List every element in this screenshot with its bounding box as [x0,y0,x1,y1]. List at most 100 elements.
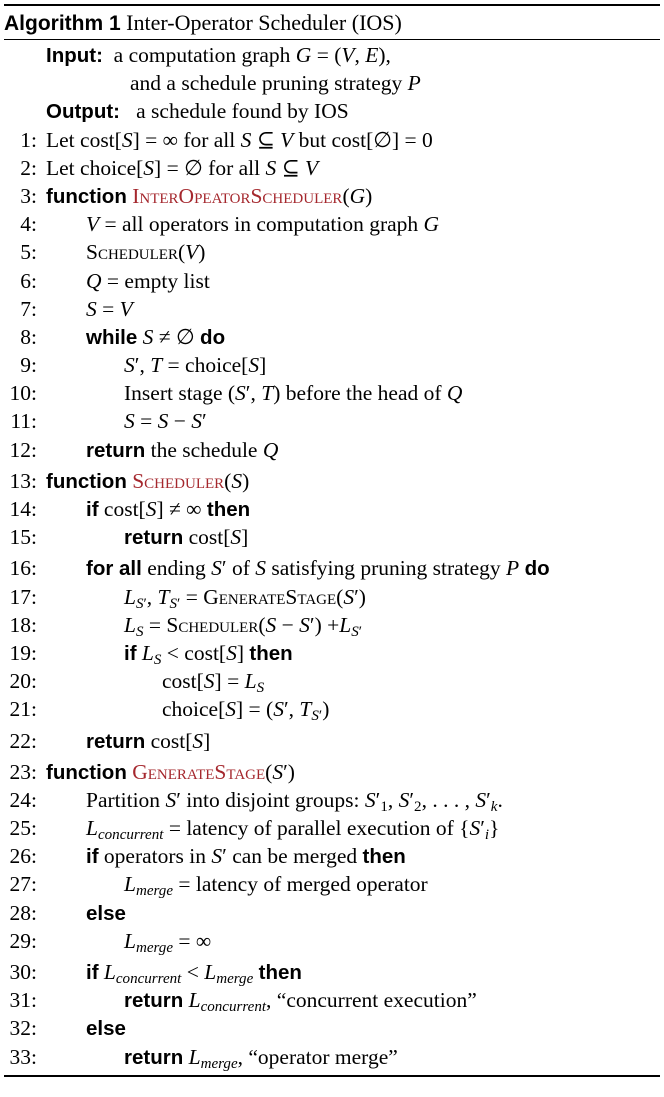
algorithm-caption: Algorithm 1 Inter-Operator Scheduler (IO… [4,6,660,39]
bottom-rule [4,1074,660,1077]
line-8: 8: while S ≠ ∅ do [4,323,660,351]
algorithm-body: Input: a computation graph G = (V, E), a… [4,40,660,1071]
line-number: 20: [9,669,37,694]
line-number: 13: [9,468,37,493]
line-4: 4: V = all operators in computation grap… [4,210,660,238]
line-code: if operators in S′ can be merged then [86,844,406,869]
line-code: for all ending S′ of S satisfying prunin… [86,556,550,581]
line-25: 25: Lconcurrent = latency of parallel ex… [4,814,660,842]
input-text-2: and a schedule pruning strategy P [130,71,421,96]
line-17: 17: LS′, TS′ = GenerateStage(S′) [4,583,660,611]
function-name: InterOpeatorScheduler [132,183,343,208]
line-6: 6: Q = empty list [4,267,660,295]
line-code: Partition S′ into disjoint groups: S′1, … [86,787,503,815]
line-16: 16: for all ending S′ of S satisfying pr… [4,554,660,582]
line-code: else [86,901,126,925]
line-code: S = V [86,296,133,321]
line-10: 10: Insert stage (S′, T) before the head… [4,379,660,407]
line-2: 2: Let choice[S] = ∅ for all S ⊆ V [4,154,660,182]
line-number: 27: [9,872,37,897]
line-number: 7: [20,296,37,321]
line-33: 33: return Lmerge, “operator merge” [4,1043,660,1071]
line-19: 19: if LS < cost[S] then [4,639,660,667]
line-22: 22: return cost[S] [4,727,660,755]
line-code: return Lconcurrent, “concurrent executio… [124,988,477,1015]
line-14: 14: if cost[S] ≠ ∞ then [4,495,660,523]
line-number: 15: [9,525,37,550]
line-13: 13: function Scheduler(S) [4,467,660,495]
output-text: a schedule found by IOS [136,99,349,124]
line-code: else [86,1017,126,1041]
line-code: Insert stage (S′, T) before the head of … [124,381,463,406]
line-code: return cost[S] [86,728,211,753]
line-number: 29: [9,928,37,953]
line-number: 2: [20,155,37,180]
line-number: 9: [20,353,37,378]
line-code: while S ≠ ∅ do [86,324,226,349]
line-number: 12: [9,437,37,462]
line-1: 1: Let cost[S] = ∞ for all S ⊆ V but cos… [4,126,660,154]
line-code: Let choice[S] = ∅ for all S ⊆ V [46,155,319,180]
line-code: S = S − S′ [124,409,207,434]
line-code: V = all operators in computation graph G [86,212,440,237]
line-number: 31: [9,988,37,1013]
line-number: 3: [20,183,37,208]
line-number: 30: [9,960,37,984]
line-number: 21: [9,697,37,722]
input-line-2: and a schedule pruning strategy P [4,69,660,97]
line-number: 6: [20,268,37,293]
line-number: 1: [20,127,37,152]
line-code: Lmerge = latency of merged operator [124,872,428,900]
line-3: 3: function InterOpeatorScheduler(G) [4,182,660,210]
line-code: LS = Scheduler(S − S′) +LS′ [124,612,363,640]
line-code: function InterOpeatorScheduler(G) [46,183,373,208]
line-29: 29: Lmerge = ∞ [4,927,660,955]
line-18: 18: LS = Scheduler(S − S′) +LS′ [4,611,660,639]
line-code: Scheduler(V) [86,240,206,265]
input-text-1: a computation graph G = (V, E), [108,43,391,67]
line-code: Q = empty list [86,268,210,293]
line-code: if Lconcurrent < Lmerge then [86,960,302,987]
line-32: 32: else [4,1014,660,1042]
line-5: 5: Scheduler(V) [4,238,660,266]
line-24: 24: Partition S′ into disjoint groups: S… [4,786,660,814]
line-number: 28: [9,900,37,925]
line-code: if cost[S] ≠ ∞ then [86,497,251,521]
line-number: 18: [9,612,37,637]
line-27: 27: Lmerge = latency of merged operator [4,870,660,898]
input-label: Input: [46,44,103,67]
line-number: 19: [9,640,37,665]
line-11: 11: S = S − S′ [4,407,660,435]
line-code: cost[S] = LS [162,669,265,696]
output-label: Output: [46,100,120,124]
line-26: 26: if operators in S′ can be merged the… [4,842,660,870]
line-code: function Scheduler(S) [46,468,250,493]
line-number: 14: [9,497,37,521]
line-number: 8: [20,324,37,349]
algorithm-title: Inter-Operator Scheduler (IOS) [126,10,402,35]
line-31: 31: return Lconcurrent, “concurrent exec… [4,986,660,1014]
line-number: 17: [9,584,37,609]
line-number: 23: [9,759,37,784]
line-code: choice[S] = (S′, TS′) [162,697,330,725]
line-number: 4: [20,212,37,237]
line-number: 22: [9,728,37,753]
algorithm-block: Algorithm 1 Inter-Operator Scheduler (IO… [4,4,660,1077]
line-number: 33: [9,1044,37,1069]
line-code: return Lmerge, “operator merge” [124,1044,398,1072]
line-30: 30: if Lconcurrent < Lmerge then [4,958,660,986]
line-code: Let cost[S] = ∞ for all S ⊆ V but cost[∅… [46,127,433,152]
line-code: return cost[S] [124,525,249,550]
function-name: GenerateStage [132,759,266,784]
line-15: 15: return cost[S] [4,523,660,551]
line-code: S′, T = choice[S] [124,353,267,378]
line-7: 7: S = V [4,295,660,323]
line-number: 11: [10,409,37,434]
line-number: 16: [9,556,37,581]
line-20: 20: cost[S] = LS [4,667,660,695]
line-number: 24: [9,787,37,812]
line-code: Lmerge = ∞ [124,928,212,956]
line-code: function GenerateStage(S′) [46,759,295,784]
function-name: Scheduler [132,468,225,493]
input-line-1: Input: a computation graph G = (V, E), [4,41,660,69]
